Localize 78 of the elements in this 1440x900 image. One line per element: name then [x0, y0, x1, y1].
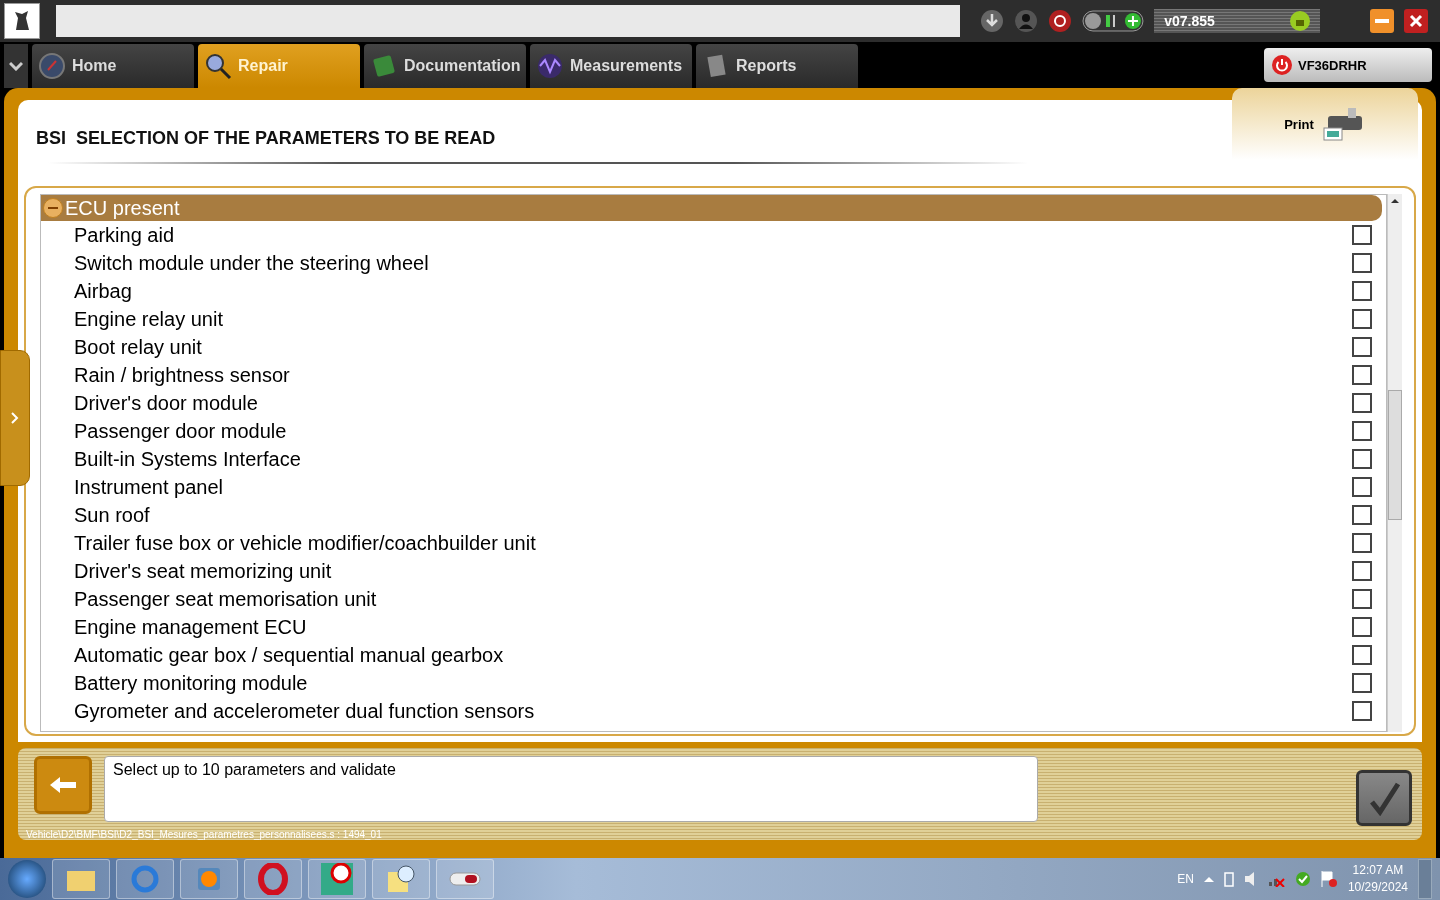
version-display: v07.855	[1154, 9, 1321, 33]
parameter-label: Sun roof	[74, 503, 150, 527]
nav-tab[interactable]: Home	[32, 44, 194, 88]
parameter-label: Rain / brightness sensor	[74, 363, 290, 387]
validate-button[interactable]	[1356, 770, 1412, 826]
flag-icon[interactable]	[1319, 870, 1338, 888]
parameter-checkbox[interactable]	[1352, 225, 1372, 245]
message-box: Select up to 10 parameters and validate	[104, 756, 1038, 822]
toggle-app-icon[interactable]	[436, 859, 494, 899]
nav-tab[interactable]: Reports	[696, 44, 858, 88]
parameter-label: Automatic gear box / sequential manual gearbox	[74, 643, 504, 667]
parameter-checkbox[interactable]	[1352, 673, 1372, 693]
parameter-checkbox[interactable]	[1352, 253, 1372, 273]
script-path: Vehicle\D2\BMF\BSI\D2_BSI_Mesures_parametres_personnalisees.s : 1494_01	[26, 829, 382, 840]
globe-icon	[38, 52, 66, 80]
parameter-label: Passenger seat memorisation unit	[74, 587, 377, 611]
back-button[interactable]	[34, 756, 92, 814]
minus-icon	[1375, 19, 1390, 23]
parameter-label: Passenger door module	[74, 419, 287, 443]
opera-icon[interactable]	[244, 859, 302, 899]
left-arrow-icon	[48, 775, 78, 795]
lock-icon	[1290, 11, 1311, 31]
parameter-label: Trailer fuse box or vehicle modifier/coachbuilder unit	[74, 531, 536, 555]
scroll-up-icon[interactable]	[1391, 198, 1399, 204]
scroll-thumb[interactable]	[1388, 390, 1402, 520]
parameter-checkbox[interactable]	[1352, 701, 1372, 721]
parameter-checkbox[interactable]	[1352, 449, 1372, 469]
power-icon	[1272, 55, 1292, 75]
chevron-down-icon	[9, 61, 23, 71]
print-button[interactable]: Print	[1232, 88, 1418, 160]
chevron-right-icon	[11, 412, 19, 424]
parameter-checkbox[interactable]	[1352, 421, 1372, 441]
parameter-checkbox[interactable]	[1352, 477, 1372, 497]
parameter-checkbox[interactable]	[1352, 281, 1372, 301]
parameter-label: Parking aid	[74, 223, 175, 247]
parameter-label: Built-in Systems Interface	[74, 447, 301, 471]
clock-note-icon[interactable]	[372, 859, 430, 899]
close-icon	[1409, 14, 1423, 28]
group-header[interactable]: ECU present	[41, 195, 1382, 221]
parameter-checkbox[interactable]	[1352, 645, 1372, 665]
email-icon[interactable]	[1048, 9, 1073, 33]
parameter-label: Instrument panel	[74, 475, 223, 499]
parameter-checkbox[interactable]	[1352, 617, 1372, 637]
road-sign-icon[interactable]	[308, 859, 366, 899]
up-arrow-icon[interactable]	[1203, 876, 1214, 882]
close-button[interactable]	[1404, 9, 1428, 33]
wave-icon	[536, 52, 564, 80]
parameter-label: Battery monitoring module	[74, 671, 308, 695]
nav-tab[interactable]: Documentation	[364, 44, 526, 88]
dropdown-button[interactable]	[4, 44, 28, 88]
start-button[interactable]	[8, 860, 46, 898]
parameter-label: Engine management ECU	[74, 615, 307, 639]
nav-tab[interactable]: Measurements	[530, 44, 692, 88]
parameter-checkbox[interactable]	[1352, 505, 1372, 525]
user-icon[interactable]	[1014, 9, 1039, 33]
parameter-label: Driver's seat memorizing unit	[74, 559, 332, 583]
parameter-label: Gyrometer and accelerometer dual function sensors	[74, 699, 535, 723]
parameter-checkbox[interactable]	[1352, 393, 1372, 413]
download-icon[interactable]	[980, 9, 1005, 33]
vehicle-button[interactable]: VF36DRHR	[1264, 48, 1432, 82]
parameter-checkbox[interactable]	[1352, 589, 1372, 609]
parameter-label: Engine relay unit	[74, 307, 223, 331]
parameter-checkbox[interactable]	[1352, 365, 1372, 385]
parameter-label: Switch module under the steering wheel	[74, 251, 429, 275]
parameter-checkbox[interactable]	[1352, 533, 1372, 553]
parameter-label: Airbag	[74, 279, 132, 303]
parameter-checkbox[interactable]	[1352, 309, 1372, 329]
parameter-label: Driver's door module	[74, 391, 258, 415]
scrollbar[interactable]	[1387, 194, 1402, 732]
side-panel-handle[interactable]	[0, 350, 30, 486]
minimize-button[interactable]	[1370, 9, 1395, 33]
check-circle-icon[interactable]	[1295, 872, 1310, 886]
parameter-checkbox[interactable]	[1352, 337, 1372, 357]
page-title: BSI SELECTION OF THE PARAMETERS TO BE READ	[36, 128, 496, 149]
volume-toggle-icon[interactable]	[1082, 10, 1145, 32]
magnifier-icon	[204, 52, 232, 80]
parameter-checkbox[interactable]	[1352, 561, 1372, 581]
parameter-label: Boot relay unit	[74, 335, 202, 359]
